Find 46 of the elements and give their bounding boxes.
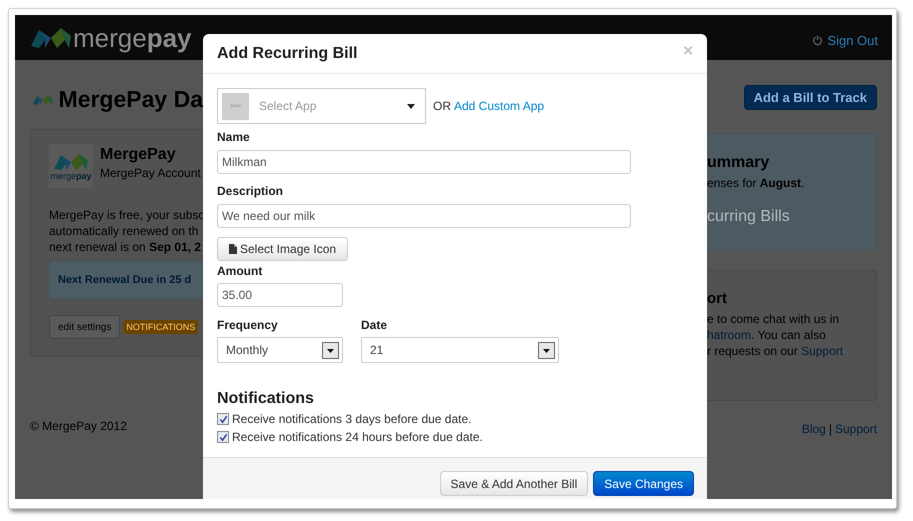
file-icon — [229, 244, 237, 254]
caret-icon — [407, 104, 415, 108]
select-placeholder: Select App — [259, 98, 318, 115]
field-label: Date — [361, 318, 388, 332]
text-field[interactable]: 35.00 — [217, 283, 343, 307]
page-title: MergePay Da — [58, 88, 203, 111]
summary-title: ummary — [707, 153, 770, 173]
select-image-button[interactable]: Select Image Icon — [217, 237, 348, 261]
copyright-text: © MergePay 2012 — [30, 418, 128, 435]
recurring-bills-text: curring Bills — [707, 207, 791, 227]
field-label: Name — [217, 130, 251, 144]
account-subtitle: MergePay Account — [100, 165, 201, 181]
support-text: hatroom. You can also — [707, 327, 827, 343]
notifications-heading: Notifications — [217, 389, 315, 409]
renewal-alert: Next Renewal Due in 25 d — [49, 261, 203, 299]
account-name: MergePay — [100, 145, 177, 165]
summary-text: enses for August. — [707, 175, 806, 192]
support-title: ort — [707, 290, 728, 308]
field-label: Frequency — [217, 318, 279, 332]
add-bill-button[interactable]: Add a Bill to Track — [744, 85, 877, 110]
brand-name: mergepay — [73, 24, 192, 50]
modal-title: Add Recurring Bill — [217, 44, 358, 64]
dropdown-select[interactable]: Monthly — [217, 337, 343, 363]
edit-settings-button[interactable]: edit settings — [49, 315, 120, 339]
logo-icon — [54, 152, 88, 172]
add-custom-app-link[interactable]: Add Custom App — [454, 97, 544, 115]
logo-text: mergepay — [50, 172, 92, 180]
text-field[interactable]: We need our milk — [217, 204, 631, 228]
save-add-another-button[interactable]: Save & Add Another Bill — [440, 471, 588, 496]
save-changes-button[interactable]: Save Changes — [593, 471, 694, 496]
field-label: Description — [217, 184, 284, 198]
text-field[interactable]: Milkman — [217, 150, 631, 174]
power-icon — [812, 35, 824, 46]
dropdown-select[interactable]: 21 — [361, 337, 559, 363]
account-description: MergePay is free, your subsc automatically renewed on th next renewal is on Sep 01, 2 — [49, 207, 203, 255]
support-text: e to come chat with us in — [707, 311, 840, 327]
notifications-badge: NOTIFICATIONS — [123, 320, 198, 334]
separator-text: | — [828, 421, 832, 438]
or-text: OR — [433, 98, 451, 115]
checkbox-label: Receive notifications 3 days before due date. — [232, 411, 472, 428]
support-text: r requests on our Support — [707, 343, 844, 359]
field-label: Amount — [217, 264, 264, 278]
checkbox[interactable] — [217, 413, 229, 425]
checkbox[interactable] — [217, 431, 229, 443]
checkbox-label: Receive notifications 24 hours before due date. — [232, 429, 483, 446]
sign-out-link[interactable]: Sign Out — [812, 30, 878, 50]
